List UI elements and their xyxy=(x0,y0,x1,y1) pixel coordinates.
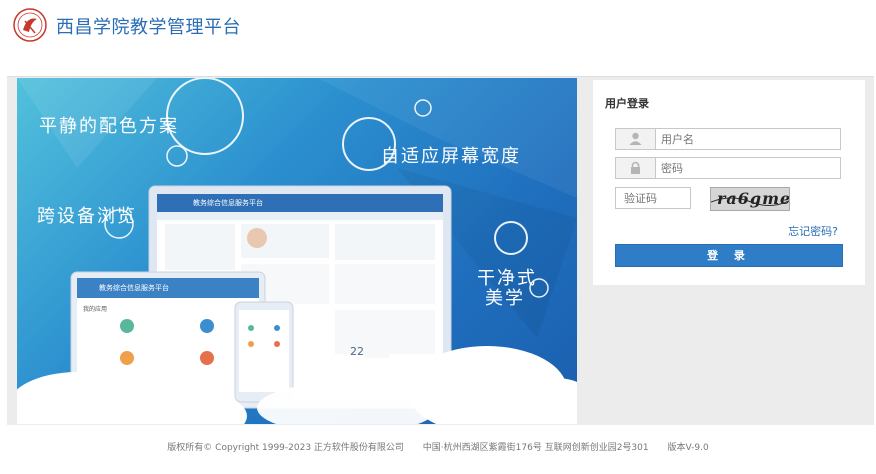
captcha-text: ra6gme xyxy=(717,189,790,208)
captcha-field[interactable] xyxy=(615,187,691,209)
user-icon xyxy=(616,129,656,149)
calendar-day-text: 22 xyxy=(350,345,364,358)
footer: 版权所有© Copyright 1999-2023 正方软件股份有限公司 中国·… xyxy=(0,440,876,453)
captcha-input[interactable] xyxy=(624,190,686,206)
slogan-calm-colors: 平静的配色方案 xyxy=(39,116,179,137)
footer-address: 中国·杭州西湖区紫霞街176号 互联网创新创业园2号301 xyxy=(422,443,649,453)
laptop-app-name: 教务综合信息服务平台 xyxy=(193,199,263,207)
login-title: 用户登录 xyxy=(605,97,649,110)
school-seal-icon xyxy=(13,8,47,42)
captcha-image[interactable]: ra6gme xyxy=(710,187,790,211)
tablet-app-name: 教务综合信息服务平台 xyxy=(99,284,169,292)
promo-banner: 22 平静的配色方案 自适应屏幕宽度 跨设备浏览 干净式 美学 教务综合信息服务… xyxy=(17,78,577,424)
slogan-adaptive-width: 自适应屏幕宽度 xyxy=(381,146,521,167)
lock-icon xyxy=(616,158,656,178)
username-field[interactable] xyxy=(615,128,841,150)
footer-copyright: 版权所有© Copyright 1999-2023 正方软件股份有限公司 xyxy=(167,443,404,453)
username-input[interactable] xyxy=(661,131,831,147)
footer-version: 版本V-9.0 xyxy=(667,443,709,453)
header: 西昌学院教学管理平台 xyxy=(0,0,876,52)
login-panel: 用户登录 ra6gme 忘记密码? 登 录 xyxy=(593,80,865,285)
tablet-section-label: 我的应用 xyxy=(83,306,108,313)
login-button[interactable]: 登 录 xyxy=(615,244,843,267)
password-input[interactable] xyxy=(661,160,831,176)
password-field[interactable] xyxy=(615,157,841,179)
slogan-aesthetics: 美学 xyxy=(485,288,525,309)
forgot-password-link[interactable]: 忘记密码? xyxy=(788,223,838,239)
app-title: 西昌学院教学管理平台 xyxy=(56,17,241,38)
slogan-cross-device: 跨设备浏览 xyxy=(37,206,137,227)
